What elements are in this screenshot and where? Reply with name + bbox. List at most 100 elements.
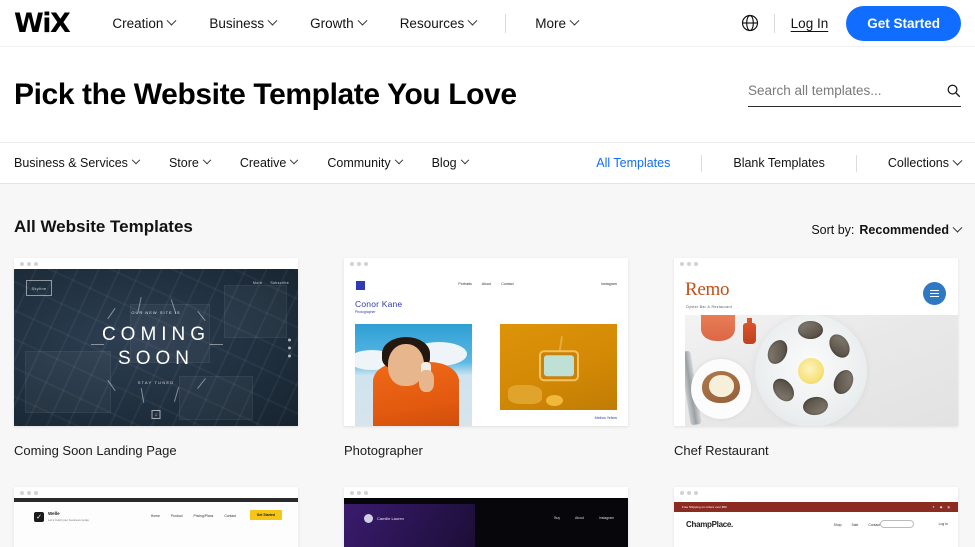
template-nav-item: Home [150,514,160,518]
chrome-dot [34,261,38,266]
oyster-platter [754,315,867,426]
template-card-row2-light[interactable]: ✓ Welle Let's build your business today.… [14,487,298,547]
chrome-dot [680,490,684,495]
chevron-down-icon [202,155,212,165]
template-name: Coming Soon Landing Page [14,443,177,458]
lemon-half [797,357,824,384]
dark-template-page: Camille Lauren Buy About Instagram [344,498,628,547]
chevron-down-icon [131,155,141,165]
chrome-dot [364,261,368,266]
template-nav: Home Product Pricing/Plans Contact [151,514,236,518]
chrome-dot [27,490,31,495]
nav-item-growth[interactable]: Growth [293,15,383,31]
brand-tagline: Let's build your business today. [48,518,90,522]
still-life-photo [500,324,617,410]
sort-value: Recommended [859,223,949,237]
purple-gradient [344,504,475,547]
search-icon[interactable] [946,83,961,98]
template-card-row2-red[interactable]: Free Shipping on orders over $50 ✦ ◉ ◍ C… [674,487,958,547]
template-preview-row2-dark: Camille Lauren Buy About Instagram [344,498,628,547]
template-nav: Portraits About Contact [458,282,513,286]
chrome-dot [680,261,684,266]
nav-item-creation[interactable]: Creation [95,15,192,31]
chevron-down-icon [357,15,368,26]
template-nav: Buy About Instagram [554,516,614,520]
link-collections[interactable]: Collections [888,155,963,170]
brand-name: Welle [48,511,60,516]
light-template-page: ✓ Welle Let's build your business today.… [14,498,298,547]
nav-item-business[interactable]: Business [192,15,293,31]
chrome-dot [350,490,354,495]
template-thumbnail[interactable]: Skyline More Subscribe OUR NEW SITE IS C… [14,258,298,426]
hero-kicker: OUR NEW SITE IS [131,310,181,316]
nav-item-label: Creation [112,15,164,31]
get-started-button[interactable]: Get Started [846,5,961,41]
template-preview-row2-light: ✓ Welle Let's build your business today.… [14,498,298,547]
link-all-templates[interactable]: All Templates [596,156,670,170]
template-nav-item: Contact [501,282,514,286]
nav-item-resources[interactable]: Resources [383,15,494,31]
chevron-down-icon [166,15,177,26]
template-nav-item: Shop [833,523,842,527]
template-thumbnail[interactable]: ✓ Welle Let's build your business today.… [14,487,298,547]
globe-icon[interactable] [740,13,760,33]
chevron-down-icon [394,155,403,165]
chevron-down-icon [290,155,299,165]
red-template-page: Free Shipping on orders over $50 ✦ ◉ ◍ C… [674,498,958,547]
template-name: Chef Restaurant [674,443,769,458]
browser-chrome [344,258,628,269]
pillow-shape [508,385,542,404]
photographer-role: Photographer [355,310,376,314]
category-community[interactable]: Community [327,155,403,170]
nav-item-label: Business [209,15,265,31]
template-thumbnail[interactable]: Portraits About Contact Instagram Conor … [344,258,628,426]
template-card-row2-dark[interactable]: Camille Lauren Buy About Instagram [344,487,628,547]
template-nav-item: Sale [851,523,859,527]
template-grid: Skyline More Subscribe OUR NEW SITE IS C… [14,258,961,547]
promo-banner: Free Shipping on orders over $50 ✦ ◉ ◍ [674,502,958,512]
nav-item-more[interactable]: More [518,15,595,31]
search-box[interactable] [748,82,961,107]
category-creative[interactable]: Creative [240,155,299,170]
browser-chrome [14,258,298,269]
search-input[interactable] [748,82,946,98]
browser-chrome [14,487,298,498]
category-business-services[interactable]: Business & Services [14,155,141,170]
chrome-dot [34,490,38,495]
login-link[interactable]: Log In [791,16,829,31]
browser-chrome [674,487,958,498]
sort-label: Sort by: [811,223,855,237]
tv-screen [543,355,574,377]
nav-item-label: More [535,15,566,31]
sort-control[interactable]: Sort by: Recommended [811,222,963,237]
section-header: All Website Templates Sort by: Recommend… [14,184,963,237]
template-thumbnail[interactable]: Remo Oyster Bar & Restaurant [674,258,958,426]
template-card-photographer[interactable]: Portraits About Contact Instagram Conor … [344,258,628,458]
wix-logo[interactable]: WiX [14,10,71,37]
nav-item-label: Resources [399,15,465,31]
category-store[interactable]: Store [169,155,212,170]
category-label: Business & Services [14,156,128,170]
template-nav-item: Pricing/Plans [193,514,214,518]
template-nav-item: About [481,282,492,286]
portrait-photo [355,324,472,426]
photographer-page: Portraits About Contact Instagram Conor … [344,269,628,426]
category-list: Business & Services Store Creative Commu… [14,155,498,170]
template-card-chef-restaurant[interactable]: Remo Oyster Bar & Restaurant Chef Restau… [674,258,958,458]
category-blog[interactable]: Blog [432,155,469,170]
brand-logo-mark [364,514,373,523]
chrome-dot [357,490,361,495]
fruit-shape [546,395,563,406]
browser-chrome [674,258,958,269]
person-hand [419,370,434,392]
chrome-dot [694,490,698,495]
template-thumbnail[interactable]: Free Shipping on orders over $50 ✦ ◉ ◍ C… [674,487,958,547]
food-photo [685,315,958,426]
link-blank-templates[interactable]: Blank Templates [733,156,825,170]
template-card-coming-soon[interactable]: Skyline More Subscribe OUR NEW SITE IS C… [14,258,298,458]
facebook-icon: ◍ [947,505,950,509]
title-band: Pick the Website Template You Love [0,47,975,142]
hero-title-line1: COMING [101,324,211,346]
template-thumbnail[interactable]: Camille Lauren Buy About Instagram [344,487,628,547]
chrome-dot [350,261,354,266]
